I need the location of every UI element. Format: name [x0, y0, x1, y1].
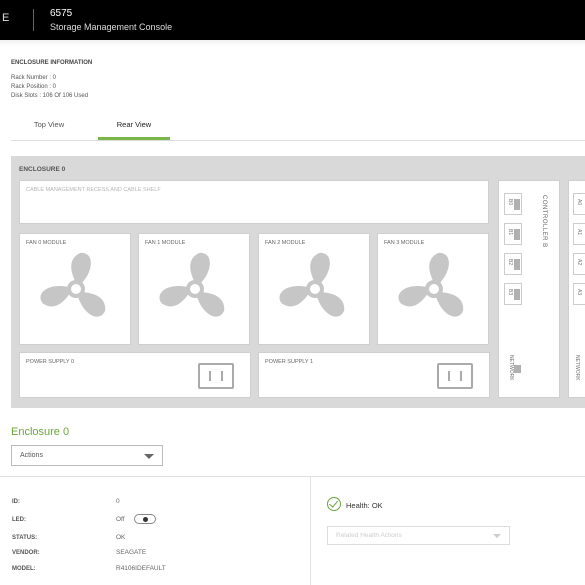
port-icon — [514, 289, 520, 300]
actions-dropdown[interactable]: Actions — [11, 445, 163, 466]
network-label: NETWORK — [574, 355, 580, 381]
fan-module-3[interactable]: FAN 3 MODULE — [377, 233, 489, 345]
id-value: 0 — [116, 498, 120, 505]
slot-label: B0 — [507, 199, 513, 206]
controller-slot-b0[interactable]: B0 — [504, 193, 522, 215]
fan-label: FAN 1 MODULE — [145, 240, 186, 246]
vendor-label: VENDOR: — [12, 550, 40, 556]
health-ok-icon — [327, 497, 341, 511]
slot-label: A2 — [576, 259, 582, 266]
slot-label: A3 — [576, 289, 582, 296]
fan-label: FAN 0 MODULE — [26, 240, 67, 246]
fan-icon — [159, 252, 225, 317]
port-icon — [514, 199, 520, 210]
controller-b[interactable]: CONTROLLER B B0 B1 B2 B3 NETWORK — [498, 180, 560, 398]
chevron-down-icon — [144, 454, 154, 459]
fan-label: FAN 3 MODULE — [384, 240, 425, 246]
rack-position: Rack Position : 0 — [11, 84, 57, 90]
slot-label: B1 — [507, 229, 513, 236]
led-toggle[interactable] — [134, 514, 156, 524]
status-value: OK — [116, 534, 126, 541]
related-health-actions-dropdown[interactable]: Related Health Actions — [327, 526, 510, 545]
header-edge-text: E — [2, 12, 10, 24]
enclosure-title: ENCLOSURE 0 — [19, 166, 66, 173]
fan-icon — [398, 252, 464, 317]
console-subtitle: Storage Management Console — [50, 22, 173, 32]
disk-slots: Disk Slots : 106 Of 106 Used — [11, 93, 89, 99]
led-value: Off — [116, 516, 125, 523]
controller-slot-b3[interactable]: B3 — [504, 283, 522, 305]
power-supply-label: POWER SUPPLY 0 — [26, 359, 75, 365]
slot-label: B2 — [507, 259, 513, 266]
fan-icon — [279, 252, 345, 317]
id-label: ID: — [12, 499, 20, 505]
network-port-icon — [514, 365, 521, 373]
power-plug-icon — [198, 363, 234, 389]
network-port-a[interactable]: NETWORK — [574, 355, 585, 395]
slot-label: B3 — [507, 289, 513, 296]
controller-slot-b1[interactable]: B1 — [504, 223, 522, 245]
tab-divider — [11, 140, 585, 141]
header-shadow — [0, 40, 585, 46]
fan-module-2[interactable]: FAN 2 MODULE — [258, 233, 370, 345]
slot-label: A1 — [576, 229, 582, 236]
fan-icon — [40, 252, 106, 317]
fan-module-0[interactable]: FAN 0 MODULE — [19, 233, 131, 345]
power-supply-0[interactable]: POWER SUPPLY 0 — [19, 352, 251, 398]
status-label: STATUS: — [12, 535, 38, 541]
controller-slot-a2[interactable]: A2 — [573, 253, 585, 275]
network-port-b[interactable]: NETWORK — [508, 355, 522, 395]
cable-shelf-label: CABLE MANAGEMENT RECESS AND CABLE SHELF — [26, 187, 161, 193]
model-label: MODEL: — [12, 566, 36, 572]
power-supply-label: POWER SUPPLY 1 — [265, 359, 314, 365]
rack-number: Rack Number : 0 — [11, 75, 57, 81]
slot-label: A0 — [576, 199, 582, 206]
power-plug-icon — [437, 363, 473, 389]
power-supply-1[interactable]: POWER SUPPLY 1 — [258, 352, 490, 398]
enclosure-info-heading: ENCLOSURE INFORMATION — [11, 60, 93, 66]
vendor-value: SEAGATE — [116, 549, 147, 556]
details-column-divider — [310, 477, 311, 585]
controller-slot-a1[interactable]: A1 — [573, 223, 585, 245]
fan-label: FAN 2 MODULE — [265, 240, 306, 246]
details-divider — [0, 476, 585, 477]
controller-b-label: CONTROLLER B — [541, 195, 547, 248]
health-status: Health: OK — [346, 501, 383, 510]
actions-label: Actions — [20, 452, 43, 459]
led-label: LED: — [12, 517, 26, 523]
controller-slot-b2[interactable]: B2 — [504, 253, 522, 275]
controller-a[interactable]: A0 A1 A2 A3 NETWORK — [568, 180, 585, 398]
model-value: R4106IDEFAULT — [116, 565, 166, 572]
tab-top-view[interactable]: Top View — [14, 120, 84, 129]
port-icon — [514, 259, 520, 270]
related-actions-placeholder: Related Health Actions — [336, 532, 402, 539]
controller-slot-a3[interactable]: A3 — [573, 283, 585, 305]
port-icon — [514, 229, 520, 240]
device-title: 6575 — [50, 8, 73, 19]
tab-rear-view[interactable]: Rear View — [98, 120, 170, 129]
app-header: E 6575 Storage Management Console — [0, 0, 585, 40]
controller-slot-a0[interactable]: A0 — [573, 193, 585, 215]
header-divider — [33, 9, 34, 31]
enclosure-section-title: Enclosure 0 — [11, 426, 70, 438]
cable-management-shelf[interactable]: CABLE MANAGEMENT RECESS AND CABLE SHELF — [19, 180, 489, 224]
fan-module-1[interactable]: FAN 1 MODULE — [138, 233, 250, 345]
chevron-down-icon — [493, 534, 501, 538]
